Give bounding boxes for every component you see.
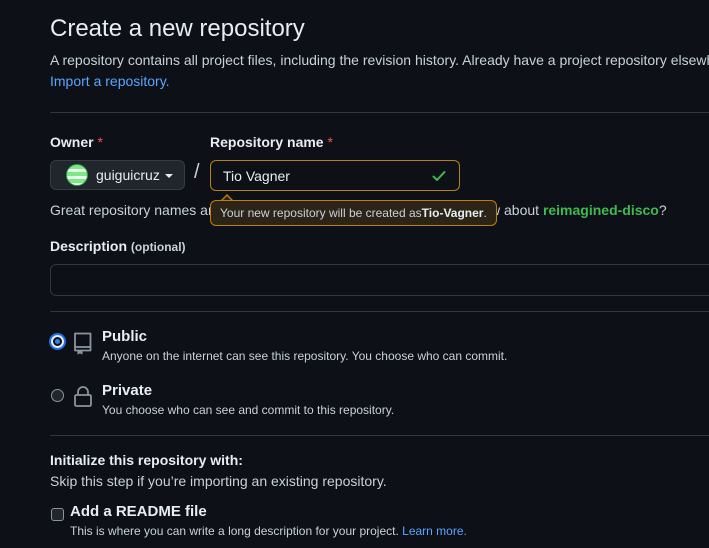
repo-icon	[74, 332, 92, 355]
page-subtitle: A repository contains all project files,…	[50, 52, 709, 68]
required-mark: *	[97, 134, 103, 150]
check-icon	[432, 170, 446, 181]
readme-option-title: Add a README file	[70, 503, 207, 520]
owner-repo-separator: /	[194, 161, 200, 183]
tooltip-prefix: Your new repository will be created as	[220, 206, 422, 220]
name-suggestion-text: Great repository names ar	[50, 202, 213, 218]
readme-checkbox[interactable]	[51, 508, 64, 521]
optional-hint: (optional)	[130, 240, 186, 254]
page-title: Create a new repository	[50, 15, 305, 42]
name-suggestion-end: w about reimagined-disco?	[490, 202, 667, 218]
owner-label: Owner *	[50, 134, 103, 150]
owner-label-text: Owner	[50, 134, 94, 150]
repository-name-label-text: Repository name	[210, 134, 324, 150]
suggested-name[interactable]: reimagined-disco	[543, 202, 659, 218]
import-repository-link[interactable]: Import a repository.	[50, 73, 170, 89]
required-mark: *	[327, 134, 333, 150]
suggestion-end-suffix: ?	[658, 202, 667, 218]
public-option-desc: Anyone on the internet can see this repo…	[102, 349, 508, 363]
repository-name-input[interactable]: Tio Vagner	[210, 160, 460, 191]
suggestion-end-prefix: w about	[490, 202, 543, 218]
repository-name-label: Repository name *	[210, 134, 333, 150]
divider	[50, 112, 709, 113]
readme-desc-text: This is where you can write a long descr…	[70, 524, 403, 538]
create-repo-page: Create a new repository A repository con…	[0, 0, 709, 548]
private-option-desc: You choose who can see and commit to thi…	[102, 403, 395, 417]
owner-select-button[interactable]: guiguicruz	[50, 160, 185, 190]
repository-name-tooltip: Your new repository will be created as T…	[210, 200, 497, 226]
divider	[50, 435, 709, 436]
owner-name: guiguicruz	[96, 167, 160, 183]
private-option-title: Private	[102, 382, 153, 399]
private-radio[interactable]	[51, 389, 64, 402]
description-input[interactable]	[50, 264, 709, 296]
public-radio[interactable]	[51, 335, 64, 348]
lock-icon	[74, 386, 92, 407]
description-label-text: Description	[50, 238, 128, 254]
initialize-subtitle: Skip this step if you’re importing an ex…	[50, 473, 387, 489]
public-option-title: Public	[102, 328, 148, 345]
initialize-title: Initialize this repository with:	[50, 452, 243, 468]
readme-option-desc: This is where you can write a long descr…	[70, 524, 467, 538]
learn-more-link[interactable]: Learn more.	[402, 524, 467, 538]
avatar	[66, 164, 88, 186]
tooltip-suffix: .	[483, 206, 487, 220]
chevron-down-icon	[164, 174, 173, 178]
description-label: Description (optional)	[50, 238, 186, 254]
tooltip-repo-name: Tio-Vagner	[421, 206, 484, 220]
divider	[50, 311, 709, 312]
repository-name-value[interactable]: Tio Vagner	[223, 168, 431, 184]
